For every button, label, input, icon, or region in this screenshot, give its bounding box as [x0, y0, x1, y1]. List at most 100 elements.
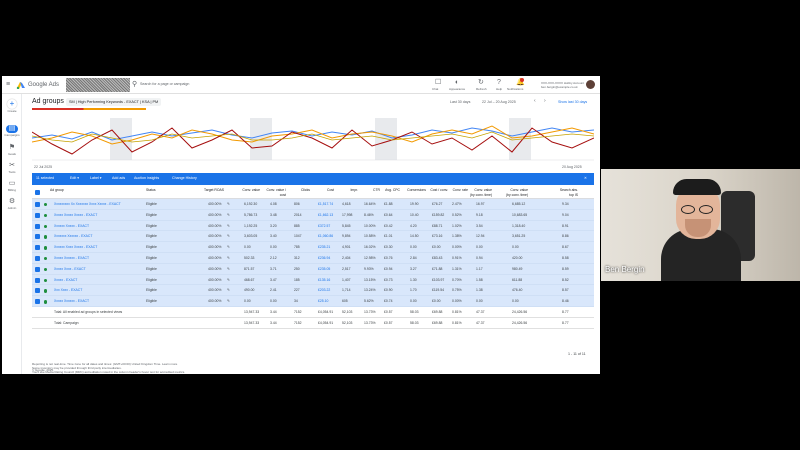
column-header[interactable]: Conv. rate [446, 188, 468, 193]
totals-cell: 7152 [294, 309, 302, 314]
edit-pencil-icon[interactable]: ✎ [227, 278, 230, 283]
row-checkbox[interactable] [35, 266, 40, 272]
ad-group-name-link[interactable]: Xxx Xxxx - EXACT [54, 288, 82, 293]
table-row[interactable]: Xxxxx - EXACT Eligible 400.00% ✎ 468.67 3.47 1… [32, 274, 594, 286]
change-history-button[interactable]: Change History [172, 176, 197, 181]
ad-group-name-link[interactable]: Xxxxxx Xxxxx - EXACT [54, 224, 89, 229]
billing-nav[interactable]: ▭ Billing [4, 180, 20, 192]
avatar[interactable] [586, 80, 595, 89]
ad-group-name-link[interactable]: Xxxxx Xxxx - EXACT [54, 267, 86, 272]
row-checkbox[interactable] [35, 223, 40, 229]
edit-pencil-icon[interactable]: ✎ [227, 213, 230, 218]
table-row[interactable]: Xxxxxxx Xxxxxx - EXACT Eligible 400.00% ✎ 3,… [32, 231, 594, 243]
edit-pencil-icon[interactable]: ✎ [227, 267, 230, 272]
edit-pencil-icon[interactable]: ✎ [227, 202, 230, 207]
table-row[interactable]: Xxxxx Xxxx - EXACT Eligible 400.00% ✎ 871.57… [32, 263, 594, 275]
edit-pencil-icon[interactable]: ✎ [227, 234, 230, 239]
edit-pencil-icon[interactable]: ✎ [227, 224, 230, 229]
ad-group-name-link[interactable]: Xxxxx Xxxxxx - EXACT [54, 299, 89, 304]
ad-group-name-link[interactable]: Xxxxxxxxx Xx Xxxxxxx Xxxx Xxxxx - EXACT [54, 202, 121, 207]
table-row[interactable]: Xxxxxx Xxxxx - EXACT Eligible 400.00% ✎ 1,19… [32, 220, 594, 232]
table-row[interactable]: Xxx Xxxx - EXACT Eligible 400.00% ✎ 490.00 2.… [32, 285, 594, 297]
row-checkbox[interactable] [35, 212, 40, 218]
date-span[interactable]: 22 Jul – 20 Aug 2025 [482, 100, 516, 104]
campaign-filter-chip[interactable]: SM | High Performing Keywords - EXACT | … [66, 98, 162, 106]
metric-cell: £1,060.86 [318, 234, 334, 239]
column-header[interactable]: Conv. value / cost [264, 188, 286, 198]
help-icon[interactable]: ? [497, 79, 501, 87]
column-header[interactable]: Conv. value (by conv. time) [506, 188, 528, 198]
column-header[interactable]: Clicks [288, 188, 310, 193]
target-roas-cell[interactable]: 400.00% [208, 299, 221, 304]
search-icon[interactable]: ⚲ [132, 81, 137, 89]
column-header[interactable]: Search abs. top IS [556, 188, 578, 198]
target-roas-cell[interactable]: 400.00% [208, 288, 221, 293]
metric-cell: £1.01 [384, 234, 393, 239]
edit-menu[interactable]: Edit ▾ [70, 176, 79, 181]
edit-pencil-icon[interactable]: ✎ [227, 256, 230, 261]
target-roas-cell[interactable]: 400.00% [208, 213, 221, 218]
table-row[interactable]: Xxxxxxxxx Xx Xxxxxxx Xxxx Xxxxx - EXACT E… [32, 199, 594, 210]
target-roas-cell[interactable]: 400.00% [208, 245, 221, 250]
column-header[interactable]: Conversions [404, 188, 426, 193]
appearance-icon[interactable]: ◐ [455, 79, 459, 87]
add-ads-button[interactable]: Add ads [112, 176, 125, 181]
table-row[interactable]: Xxxxx Xxxxx Xxxxx - EXACT Eligible 400.00%… [32, 209, 594, 221]
target-roas-cell[interactable]: 400.00% [208, 256, 221, 261]
ad-group-name-link[interactable]: Xxxxx - EXACT [54, 278, 77, 283]
column-header[interactable]: Cost / conv. [426, 188, 448, 193]
row-checkbox[interactable] [35, 255, 40, 261]
chat-icon[interactable]: ☐ [435, 79, 441, 87]
admin-nav[interactable]: ⚙ Admin [4, 198, 20, 210]
create-button[interactable]: + Create [4, 99, 20, 113]
column-header[interactable]: CTR [358, 188, 380, 193]
close-toolbar-icon[interactable]: ✕ [584, 176, 587, 181]
next-period-icon[interactable]: › [544, 99, 546, 104]
prev-period-icon[interactable]: ‹ [534, 99, 536, 104]
menu-icon[interactable]: ≡ [6, 81, 10, 89]
refresh-icon[interactable]: ↻ [478, 79, 484, 87]
goals-nav[interactable]: ⚑ Goals [4, 144, 20, 156]
show-last-30-days-link[interactable]: Show last 30 days [558, 100, 587, 104]
target-roas-cell[interactable]: 400.00% [208, 202, 221, 207]
row-checkbox[interactable] [35, 277, 40, 283]
target-roas-cell[interactable]: 400.00% [208, 234, 221, 239]
tools-nav[interactable]: ✂ Tools [4, 162, 20, 174]
table-row[interactable]: Xxxxxx Xxxx Xxxxx - EXACT Eligible 400.00%… [32, 242, 594, 253]
target-roas-cell[interactable]: 400.00% [208, 278, 221, 283]
ad-group-name-link[interactable]: Xxxxx Xxxxxx - EXACT [54, 256, 89, 261]
metric-cell: £73.16 [432, 234, 443, 239]
row-checkbox[interactable] [35, 245, 40, 251]
search-input[interactable]: Search for a page or campaign [140, 82, 189, 87]
date-range-label[interactable]: Last 30 days [450, 100, 470, 104]
row-checkbox[interactable] [35, 202, 40, 207]
column-header[interactable]: Conv. value (by conv. time) [470, 188, 492, 198]
ad-group-name-link[interactable]: Xxxxxx Xxxx Xxxxx - EXACT [54, 245, 97, 250]
ad-group-name-link[interactable]: Xxxxx Xxxxx Xxxxx - EXACT [54, 213, 97, 218]
campaigns-nav[interactable]: ▤ Campaigns [4, 125, 20, 137]
webcam-feed: Ben Bergin [601, 169, 800, 281]
ad-group-name-link[interactable]: Xxxxxxx Xxxxxx - EXACT [54, 234, 92, 239]
column-header[interactable]: Conv. value [238, 188, 260, 193]
column-header[interactable]: Cost [312, 188, 334, 193]
status-dot [44, 256, 48, 261]
column-header[interactable]: Status [146, 188, 168, 193]
table-row[interactable]: Xxxxx Xxxxxx - EXACT Eligible 400.00% ✎ 0.00… [32, 296, 594, 307]
column-header[interactable]: Target ROAS [202, 188, 224, 193]
column-header[interactable]: Impr. [336, 188, 358, 193]
target-roas-cell[interactable]: 400.00% [208, 267, 221, 272]
target-roas-cell[interactable]: 400.00% [208, 224, 221, 229]
edit-pencil-icon[interactable]: ✎ [227, 245, 230, 250]
edit-pencil-icon[interactable]: ✎ [227, 288, 230, 293]
row-checkbox[interactable] [35, 288, 40, 294]
select-all-checkbox[interactable] [35, 190, 40, 195]
column-header[interactable]: Ad group [50, 188, 110, 193]
metric-cell: 13.24% [364, 288, 376, 293]
edit-pencil-icon[interactable]: ✎ [227, 299, 230, 304]
row-checkbox[interactable] [35, 234, 40, 240]
label-menu[interactable]: Label ▾ [90, 176, 102, 181]
row-checkbox[interactable] [35, 299, 40, 305]
table-row[interactable]: Xxxxx Xxxxxx - EXACT Eligible 400.00% ✎ 502.… [32, 252, 594, 264]
auction-insights-button[interactable]: Auction insights [134, 176, 159, 181]
column-header[interactable]: Avg. CPC [378, 188, 400, 193]
